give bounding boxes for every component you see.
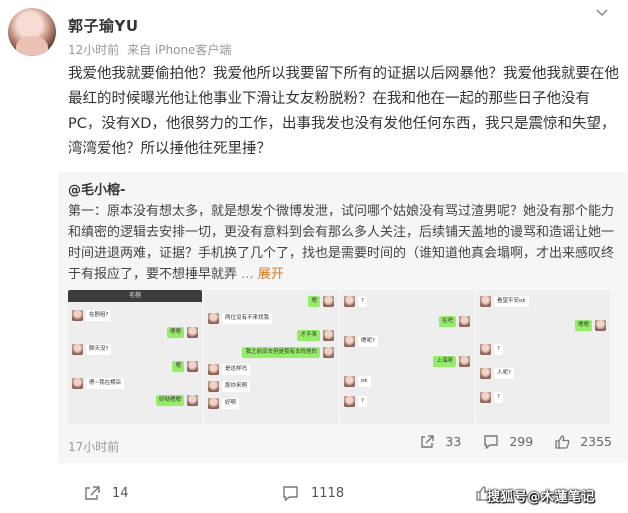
chat-bubble: ? xyxy=(358,296,367,307)
repost-images: 毛榕 在剧组? 嗯嗯 聊天没? 嗯嗯~我在横店 好哒嗯嗯嗯两位没有不来找我 才不来 我之前没去… xyxy=(68,290,610,424)
chat-avatar xyxy=(344,296,355,307)
chat-avatar xyxy=(480,392,491,403)
chat-bubble: 嗯嗯 xyxy=(166,327,184,338)
repost-like-count: 2355 xyxy=(580,434,612,449)
chat-avatar xyxy=(323,347,334,358)
share-icon xyxy=(85,486,100,500)
chat-avatar xyxy=(187,395,198,406)
repost-body: 第一：原本没有想太多，就是想发个微博发泄，试问哪个姑娘没有骂过渣男呢？她没有那个… xyxy=(68,204,615,282)
chat-avatar xyxy=(187,327,198,338)
repost-like-button[interactable]: 2355 xyxy=(555,434,612,449)
chat-bubble: ok xyxy=(358,376,371,387)
chat-bubble: 是这样吗 xyxy=(222,364,251,375)
comment-icon xyxy=(484,434,499,449)
share-icon xyxy=(421,434,435,448)
chat-bubble: 才不来 xyxy=(297,330,320,341)
avatar[interactable] xyxy=(8,8,56,56)
chat-avatar xyxy=(459,356,470,367)
chat-bubble: 人呢? xyxy=(494,368,514,379)
chat-bubble: 嗯嗯 xyxy=(574,320,592,331)
repost-card[interactable]: @毛小榕- 第一：原本没有想太多，就是想发个微博发泄，试问哪个姑娘没有骂过渣男呢… xyxy=(58,172,628,463)
chat-avatar xyxy=(459,316,470,327)
post-time[interactable]: 12小时前 xyxy=(68,43,119,57)
chat-avatar xyxy=(323,330,334,341)
chat-bubble: 在剧组? xyxy=(86,310,112,321)
repost-author[interactable]: @毛小榕- xyxy=(68,183,125,198)
chat-screenshot-3[interactable]: ? 在吧嗯呢? 上海呀 ok? xyxy=(340,290,474,424)
chat-avatar xyxy=(72,344,83,355)
chevron-down-icon[interactable] xyxy=(596,6,608,21)
chat-screenshot-2[interactable]: 嗯两位没有不来找我才不来我之前没去但是我有去找他的是这样吗那你来啊好啊 xyxy=(204,290,338,424)
chat-avatar xyxy=(208,381,219,392)
comment-icon xyxy=(283,486,298,501)
chat-bubble: 聊天没? xyxy=(86,344,112,355)
chat-bubble: ? xyxy=(494,344,503,355)
chat-avatar xyxy=(344,396,355,407)
chat-avatar xyxy=(595,320,606,331)
chat-avatar xyxy=(480,368,491,379)
repost-actions: 33 299 2355 xyxy=(398,434,612,449)
chat-screenshot-1[interactable]: 毛榕在剧组? 嗯嗯聊天没? 嗯嗯~我在横店好哒嗯嗯 xyxy=(68,290,202,424)
chat-avatar xyxy=(208,364,219,375)
chat-bubble: ? xyxy=(494,392,503,403)
comment-count: 1118 xyxy=(311,486,345,501)
comment-button[interactable]: 1118 xyxy=(282,486,344,501)
repost-share-button[interactable]: 33 xyxy=(420,434,461,449)
share-count: 14 xyxy=(112,486,129,501)
chat-bubble: 好啊 xyxy=(222,398,240,409)
share-button[interactable]: 14 xyxy=(84,486,129,501)
repost-comment-button[interactable]: 299 xyxy=(483,434,533,449)
chat-avatar xyxy=(480,344,491,355)
expand-link[interactable]: ... 展开 xyxy=(241,267,284,282)
chat-title: 毛榕 xyxy=(68,290,202,302)
chat-screenshot-4[interactable]: 看望平安ok 嗯嗯? 人呢?? xyxy=(476,290,610,424)
watermark: 搜狐号@木蓮笔记 xyxy=(487,490,596,505)
chat-bubble: 我之前没去但是我有去找他的 xyxy=(242,347,320,358)
chat-bubble: 在吧 xyxy=(438,316,456,327)
username[interactable]: 郭子瑜YU xyxy=(68,15,139,36)
chat-bubble: 那你来啊 xyxy=(222,381,251,392)
post-source: 来自 iPhone客户端 xyxy=(127,43,232,57)
repost-content: @毛小榕- 第一：原本没有想太多，就是想发个微博发泄，试问哪个姑娘没有骂过渣男呢… xyxy=(68,180,620,285)
chat-bubble: ? xyxy=(358,396,367,407)
chat-bubble: 两位没有不来找我 xyxy=(222,313,273,324)
chat-avatar xyxy=(72,310,83,321)
chat-bubble: 嗯 xyxy=(172,361,184,372)
post-text: 我爱他我就要偷拍他？我爱他所以我要留下所有的证据以后网暴他？我爱他我就要在他最红… xyxy=(68,66,619,157)
chat-avatar xyxy=(480,296,491,307)
post-meta: 12小时前 来自 iPhone客户端 xyxy=(68,41,231,58)
repost-comment-count: 299 xyxy=(509,434,534,449)
chat-avatar xyxy=(208,398,219,409)
chat-avatar xyxy=(72,378,83,389)
chat-bubble: 嗯呢? xyxy=(358,336,378,347)
chat-avatar xyxy=(187,361,198,372)
repost-time[interactable]: 17小时前 xyxy=(68,438,119,455)
chat-avatar xyxy=(208,313,219,324)
post-header: 郭子瑜YU 12小时前 来自 iPhone客户端 xyxy=(0,0,628,62)
expand-label: 展开 xyxy=(257,267,284,282)
chat-avatar xyxy=(344,336,355,347)
chat-bubble: 上海呀 xyxy=(433,356,456,367)
repost-share-count: 33 xyxy=(445,434,462,449)
chat-bubble: 看望平安ok xyxy=(494,296,529,307)
thumbs-up-icon xyxy=(555,434,570,449)
chat-bubble: 嗯~我在横店 xyxy=(86,378,125,389)
chat-avatar xyxy=(344,376,355,387)
chat-bubble: 好哒嗯嗯 xyxy=(155,395,184,406)
chat-bubble: 嗯 xyxy=(308,296,320,307)
chat-avatar xyxy=(323,296,334,307)
